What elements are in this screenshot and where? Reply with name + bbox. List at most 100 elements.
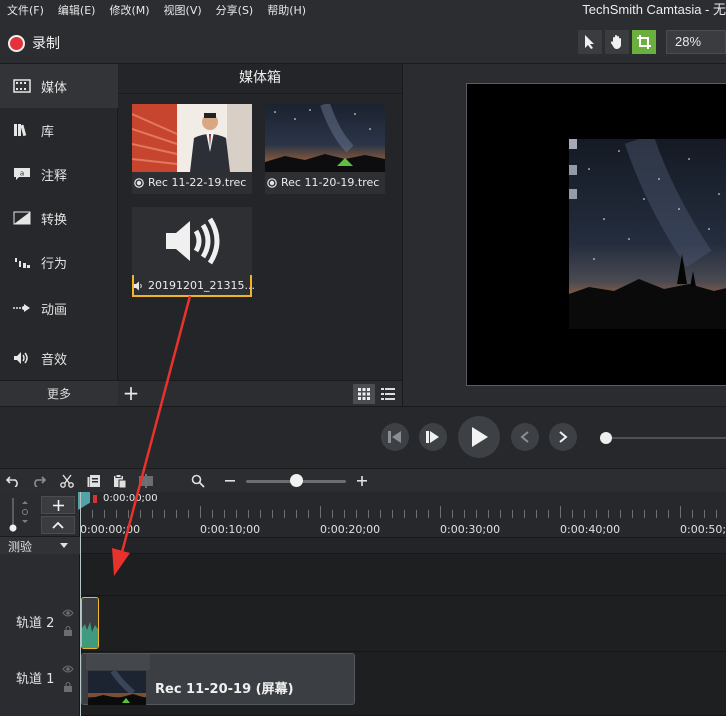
sidebar-item-label: 行为 [41, 256, 68, 272]
track-row[interactable]: 轨道 2 [0, 596, 726, 652]
track-row[interactable]: 轨道 1 Rec 11-20-19 (屏幕) [0, 652, 726, 716]
sidebar-item-behaviors[interactable]: 行为 [0, 240, 118, 284]
play-button[interactable] [458, 416, 500, 458]
scrub-track[interactable] [606, 437, 726, 439]
media-item[interactable]: Rec 11-20-19.trec [265, 104, 385, 194]
ruler-label: 0:00:00;00 [80, 523, 141, 536]
eye-icon[interactable] [62, 664, 74, 674]
sidebar-item-label: 注释 [41, 168, 68, 184]
step-back-button[interactable] [381, 423, 409, 451]
playhead-time: 0:00:00;00 [103, 493, 158, 504]
cut-button[interactable] [59, 473, 75, 489]
more-button[interactable]: 更多 [0, 380, 118, 406]
menu-bar: 文件(F) 编辑(E) 修改(M) 视图(V) 分享(S) 帮助(H) Tech… [0, 0, 726, 20]
previous-button[interactable] [511, 423, 539, 451]
record-button[interactable]: 录制 [8, 33, 60, 53]
playhead[interactable]: 0:00:00;00 [78, 492, 158, 716]
marker-row-header[interactable]: 测验 [0, 536, 80, 554]
list-view-button[interactable] [377, 384, 399, 404]
svg-text:a: a [20, 170, 24, 178]
zoom-out-button[interactable] [222, 473, 238, 489]
undo-icon [6, 476, 18, 487]
pointer-tool-button[interactable] [578, 30, 602, 54]
clip-label: Rec 11-20-19 (屏幕) [155, 682, 294, 697]
video-file-icon [134, 177, 144, 188]
ruler-label: 0:00:50;00 [680, 523, 726, 536]
list-icon [381, 388, 395, 400]
grid-view-button[interactable] [353, 384, 375, 404]
marker-lane[interactable] [80, 538, 726, 554]
scrub-handle[interactable] [600, 432, 612, 444]
media-item-name: 20191201_21315... [148, 279, 255, 292]
menu-file[interactable]: 文件(F) [0, 2, 51, 18]
track-height-slider[interactable] [8, 498, 17, 532]
sidebar-item-library[interactable]: 库 [0, 108, 118, 152]
speaker-icon [166, 217, 220, 265]
ruler-label: 0:00:10;00 [200, 523, 261, 536]
media-bin-footer: + [118, 380, 402, 406]
step-back-icon [388, 431, 401, 443]
sidebar-item-annotations[interactable]: a 注释 [0, 152, 118, 196]
media-item-caption: Rec 11-22-19.trec [134, 176, 246, 189]
media-item-selected[interactable]: 20191201_21315... [132, 207, 255, 297]
annotation-icon: a [12, 166, 32, 182]
lock-icon[interactable] [63, 682, 73, 692]
audio-file-icon [134, 281, 144, 291]
chevron-right-icon [559, 431, 568, 443]
add-media-button[interactable]: + [120, 383, 142, 405]
lock-icon[interactable] [63, 626, 73, 636]
minus-icon [225, 480, 235, 482]
record-icon [8, 34, 25, 52]
menu-edit[interactable]: 编辑(E) [51, 2, 103, 18]
playhead-marker [93, 495, 97, 503]
sidebar-item-animations[interactable]: 动画 [0, 286, 118, 330]
empty-track-row[interactable] [0, 554, 726, 596]
collapse-tracks-button[interactable] [41, 516, 75, 534]
hand-icon [610, 35, 621, 49]
audio-effect-icon [12, 350, 32, 366]
media-bin-title: 媒体箱 [118, 64, 402, 94]
eye-icon[interactable] [62, 608, 74, 618]
play-icon [472, 427, 488, 447]
step-forward-icon [426, 431, 439, 443]
plus-icon [357, 476, 367, 486]
media-item-caption: 20191201_21315... [134, 279, 255, 292]
scissors-icon [60, 474, 74, 488]
video-file-icon [267, 177, 277, 188]
menu-share[interactable]: 分享(S) [209, 2, 261, 18]
animation-icon [12, 300, 32, 316]
menu-help[interactable]: 帮助(H) [260, 2, 313, 18]
zoom-in-button[interactable] [354, 473, 370, 489]
step-forward-button[interactable] [419, 423, 447, 451]
menu-view[interactable]: 视图(V) [157, 2, 209, 18]
behavior-icon [12, 254, 32, 270]
ruler-label: 0:00:40;00 [560, 523, 621, 536]
preview-canvas[interactable] [466, 83, 726, 386]
undo-button[interactable] [5, 473, 21, 489]
zoom-search-button[interactable] [190, 473, 206, 489]
video-clip[interactable]: Rec 11-20-19 (屏幕) [81, 653, 355, 705]
split-button[interactable] [138, 473, 154, 489]
copy-button[interactable] [86, 473, 102, 489]
video-thumbnail [132, 104, 252, 172]
crop-tool-button[interactable] [632, 30, 656, 54]
zoom-dropdown[interactable]: 28% [666, 30, 726, 54]
menu-modify[interactable]: 修改(M) [102, 2, 156, 18]
pan-tool-button[interactable] [605, 30, 629, 54]
time-ruler[interactable]: 0:00:00;00 0:00:10;00 0:00:20;00 0:00:30… [80, 492, 726, 538]
audio-clip[interactable] [81, 597, 99, 649]
library-icon [12, 122, 32, 138]
canvas-area [402, 64, 726, 406]
next-button[interactable] [549, 423, 577, 451]
media-item[interactable]: Rec 11-22-19.trec [132, 104, 252, 194]
redo-button[interactable] [31, 473, 47, 489]
add-track-button[interactable] [41, 496, 75, 514]
sidebar-item-audio-effects[interactable]: 音效 [0, 336, 118, 380]
timeline-zoom-handle[interactable] [290, 474, 303, 487]
sidebar-item-media[interactable]: 媒体 [0, 64, 118, 108]
paste-button[interactable] [112, 473, 128, 489]
media-item-name: Rec 11-20-19.trec [281, 176, 380, 189]
ruler-ticks [80, 506, 717, 518]
playback-controls [0, 406, 726, 468]
sidebar-item-transitions[interactable]: 转换 [0, 196, 118, 240]
